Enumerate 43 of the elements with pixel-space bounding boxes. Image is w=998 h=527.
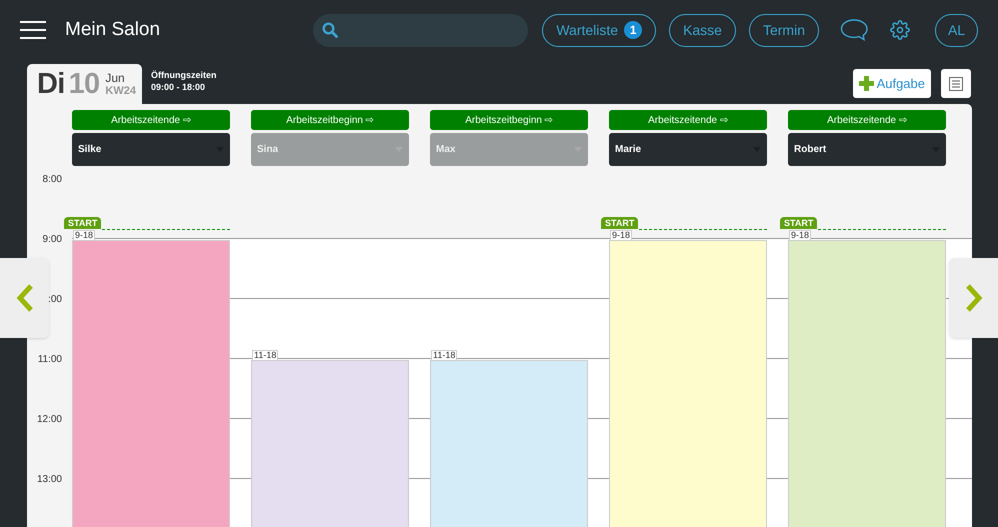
staff-select[interactable]: Silke [72, 133, 230, 166]
header-button[interactable]: Termin [748, 14, 819, 46]
shift-hours-label: 9-18 [789, 230, 812, 241]
settings-icon[interactable] [890, 20, 910, 40]
shift-hours-label: 11-18 [252, 350, 278, 361]
time-label: 13:00 [36, 473, 62, 487]
avatar-button[interactable]: AL [935, 14, 978, 46]
opening-hours-value: 09:00 - 18:00 [151, 83, 206, 92]
shift-action-button[interactable]: Arbeitszeitende ⇨ [788, 110, 946, 130]
search-icon [322, 22, 338, 38]
shift-action-button[interactable]: Arbeitszeitende ⇨ [609, 110, 767, 130]
shift-hours-label: 11-18 [431, 350, 458, 361]
shift-hours-label: 9-18 [610, 230, 632, 241]
start-tag: START [64, 217, 102, 229]
time-label: :00 [48, 293, 62, 307]
day-number: 10 [68, 70, 100, 98]
count-badge: 1 [624, 21, 642, 39]
week-label: KW24 [105, 86, 136, 96]
chevron-left-icon [16, 283, 34, 313]
weekday-label: Di [37, 70, 65, 98]
chevron-right-icon [964, 283, 982, 313]
time-label: 9:00 [42, 233, 62, 247]
time-label: 11:00 [38, 353, 62, 367]
start-tag: START [780, 217, 818, 229]
list-view-button[interactable] [941, 69, 971, 98]
search-field[interactable] [313, 14, 528, 46]
opening-hours-label: Öffnungszeiten [151, 71, 216, 80]
time-label: 12:00 [36, 413, 62, 427]
month-label: Jun [105, 72, 126, 84]
plus-icon [858, 76, 874, 91]
header-button[interactable]: Kasse [669, 14, 736, 46]
chat-bubble-icon[interactable] [840, 19, 868, 41]
add-task-button[interactable]: Aufgabe [852, 69, 931, 98]
shift-action-button[interactable]: Arbeitszeitende ⇨ [72, 110, 230, 130]
shift-hours-label: 9-18 [73, 230, 96, 241]
list-icon [948, 76, 964, 92]
staff-select[interactable]: Marie [609, 133, 767, 166]
start-tag: START [601, 217, 638, 229]
header-button[interactable]: Warteliste 1 [542, 14, 656, 46]
menu-icon[interactable] [20, 20, 46, 40]
time-label: 8:00 [42, 173, 62, 187]
staff-select[interactable]: Robert [788, 133, 946, 166]
app-title: Mein Salon [65, 18, 160, 42]
